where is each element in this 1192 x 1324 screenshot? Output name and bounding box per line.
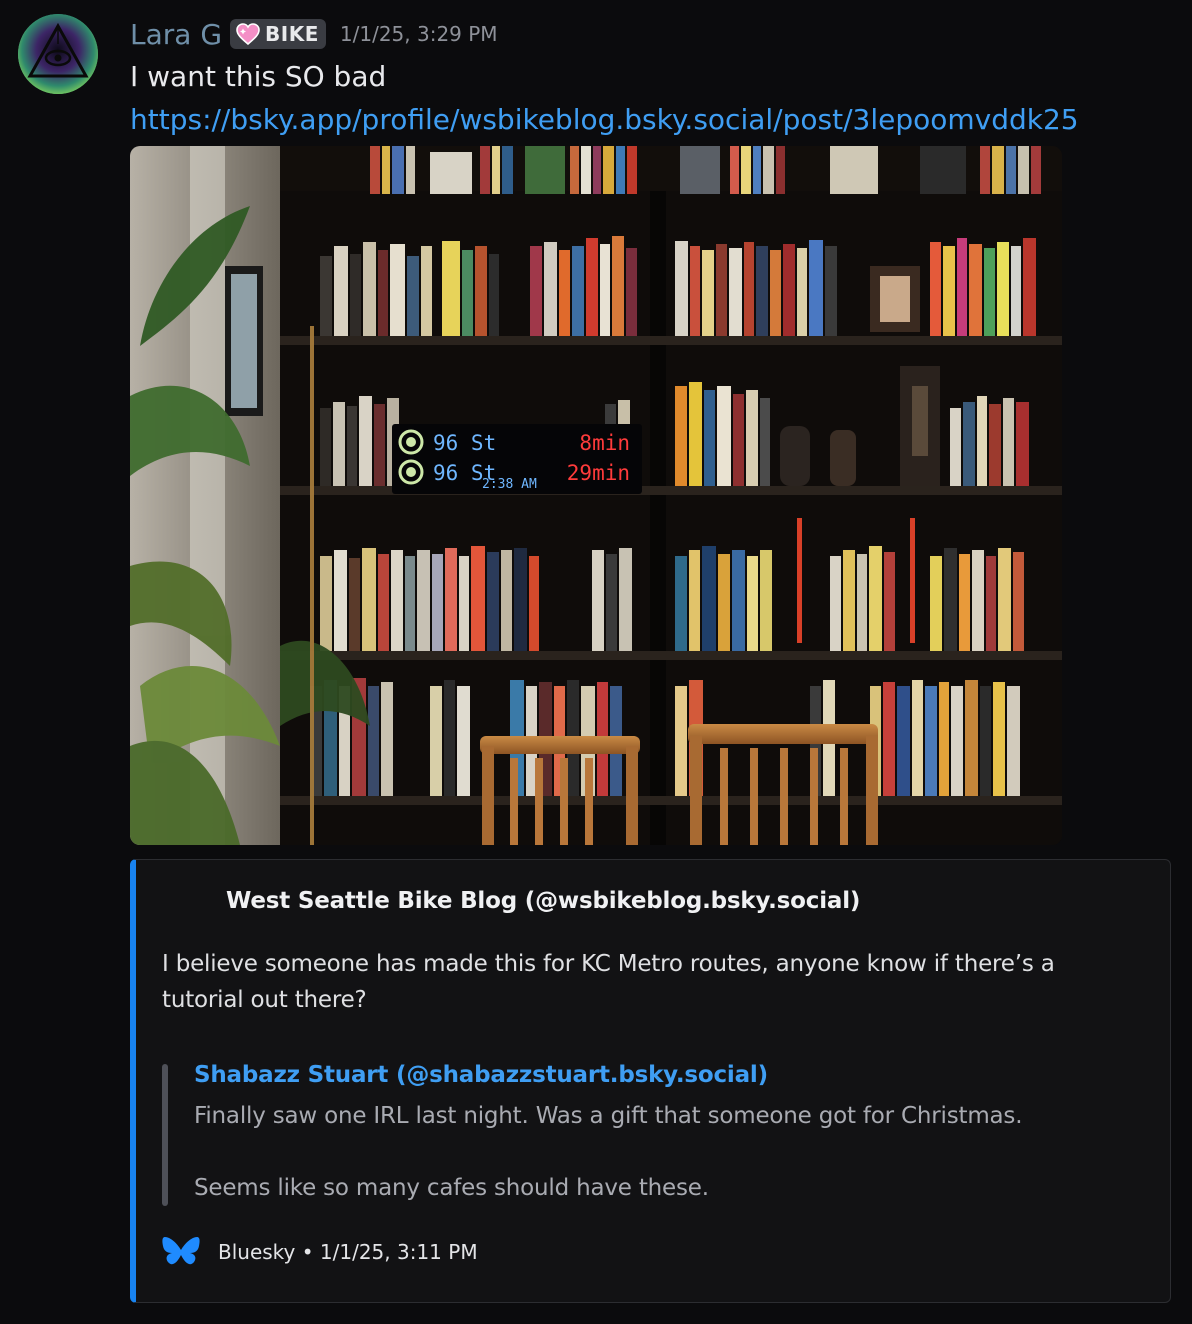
embed-footer: Bluesky • 1/1/25, 3:11 PM bbox=[162, 1234, 478, 1270]
quote-line-1: Finally saw one IRL last night. Was a gi… bbox=[194, 1103, 1023, 1129]
sparkle-heart-icon bbox=[236, 23, 260, 46]
sign-eta-1: 8min bbox=[579, 431, 630, 455]
embed-author[interactable]: West Seattle Bike Blog (@wsbikeblog.bsky… bbox=[226, 888, 860, 914]
quote-author[interactable]: Shabazz Stuart (@shabazzstuart.bsky.soci… bbox=[194, 1062, 768, 1088]
message-text: I want this SO bad bbox=[130, 60, 387, 93]
role-tag[interactable]: BIKE bbox=[230, 19, 326, 49]
bookshelf-photo: 96 St 96 St 8min 29min 2:38 AM bbox=[130, 146, 1062, 845]
link-embed: West Seattle Bike Blog (@wsbikeblog.bsky… bbox=[130, 859, 1171, 1303]
embed-description: I believe someone has made this for KC M… bbox=[162, 951, 1055, 1013]
quote-bar bbox=[162, 1064, 168, 1206]
quote-line-2: Seems like so many cafes should have the… bbox=[194, 1175, 709, 1201]
message-timestamp[interactable]: 1/1/25, 3:29 PM bbox=[340, 22, 498, 46]
message-header: Lara G BIKE 1/1/25, 3:29 PM bbox=[130, 14, 498, 54]
chat-message: Lara G BIKE 1/1/25, 3:29 PM I want this … bbox=[0, 0, 1192, 1324]
message-link[interactable]: https://bsky.app/profile/wsbikeblog.bsky… bbox=[130, 101, 1079, 139]
role-tag-label: BIKE bbox=[265, 22, 319, 46]
sign-clock: 2:38 AM bbox=[482, 477, 537, 492]
butterfly-icon bbox=[162, 1237, 200, 1265]
username[interactable]: Lara G bbox=[130, 18, 222, 51]
user-avatar[interactable] bbox=[18, 14, 98, 94]
embed-footer-text: Bluesky • 1/1/25, 3:11 PM bbox=[218, 1240, 478, 1264]
transit-sign: 96 St 96 St 8min 29min 2:38 AM bbox=[392, 424, 642, 494]
embed-quote: Shabazz Stuart (@shabazzstuart.bsky.soci… bbox=[162, 1060, 1122, 1206]
attached-photo[interactable]: 96 St 96 St 8min 29min 2:38 AM bbox=[130, 146, 1062, 845]
eye-pyramid-avatar-image bbox=[18, 14, 98, 94]
sign-route-1: 96 St bbox=[433, 431, 496, 455]
sign-eta-2: 29min bbox=[567, 461, 630, 485]
quote-body: Finally saw one IRL last night. Was a gi… bbox=[194, 1098, 1023, 1206]
